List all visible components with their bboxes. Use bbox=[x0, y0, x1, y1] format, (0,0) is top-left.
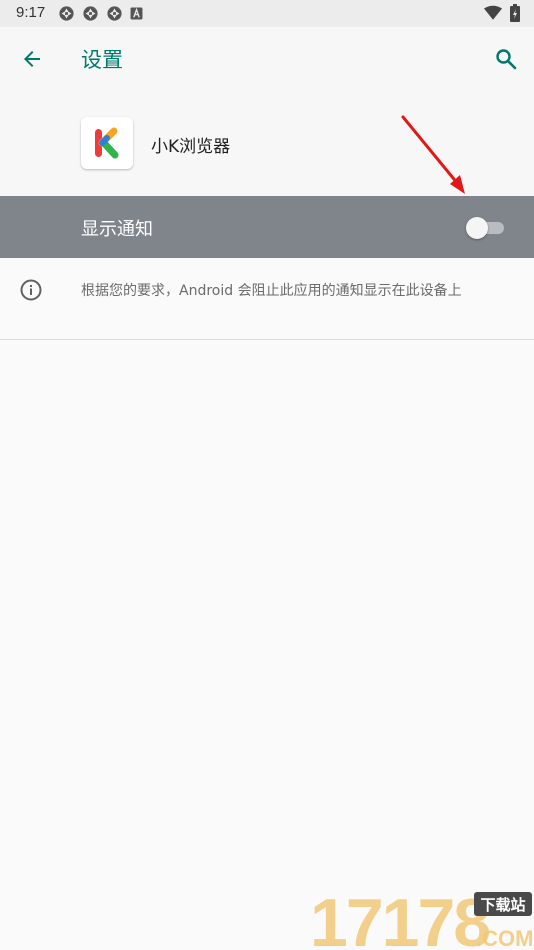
notification-icons bbox=[58, 5, 143, 22]
status-bar: 9:17 bbox=[0, 0, 534, 27]
watermark-badge: 下载站 bbox=[480, 896, 525, 914]
show-notifications-switch[interactable] bbox=[466, 217, 506, 239]
watermark-main: 17178 bbox=[310, 888, 489, 950]
app-icon bbox=[81, 117, 133, 169]
app-bar: 设置 bbox=[0, 27, 534, 89]
show-notifications-label: 显示通知 bbox=[81, 219, 153, 240]
aperture-icon bbox=[59, 6, 74, 21]
show-notifications-row[interactable]: 显示通知 bbox=[0, 196, 534, 258]
system-status-icons bbox=[484, 4, 520, 22]
switch-thumb bbox=[466, 217, 488, 239]
watermark: 17178 下载站 .COM bbox=[308, 885, 534, 950]
app-logo-icon bbox=[95, 127, 119, 159]
blocked-info-text: 根据您的要求，Android 会阻止此应用的通知显示在此设备上 bbox=[81, 283, 462, 299]
page-title: 设置 bbox=[81, 48, 123, 72]
settings-screen: 9:17 设置 小K浏览器 显示通知 根据您的要求，Android 会阻止此应用… bbox=[0, 0, 534, 950]
aperture-icon bbox=[83, 6, 98, 21]
status-time: 9:17 bbox=[16, 4, 46, 21]
wifi-icon bbox=[484, 5, 502, 20]
aperture-icon bbox=[107, 6, 122, 21]
arrow-back-icon bbox=[24, 51, 40, 67]
info-icon bbox=[20, 279, 42, 301]
a-badge-icon bbox=[130, 7, 143, 20]
app-name: 小K浏览器 bbox=[151, 137, 231, 157]
watermark-domain: .COM bbox=[476, 926, 533, 950]
watermark-logo-icon: 17178 下载站 .COM bbox=[310, 885, 533, 950]
search-icon bbox=[496, 49, 517, 70]
back-button[interactable] bbox=[14, 41, 50, 77]
battery-icon bbox=[510, 4, 520, 22]
search-button[interactable] bbox=[488, 41, 524, 77]
app-header: 小K浏览器 bbox=[0, 89, 534, 196]
blocked-info-row: 根据您的要求，Android 会阻止此应用的通知显示在此设备上 bbox=[0, 258, 534, 340]
